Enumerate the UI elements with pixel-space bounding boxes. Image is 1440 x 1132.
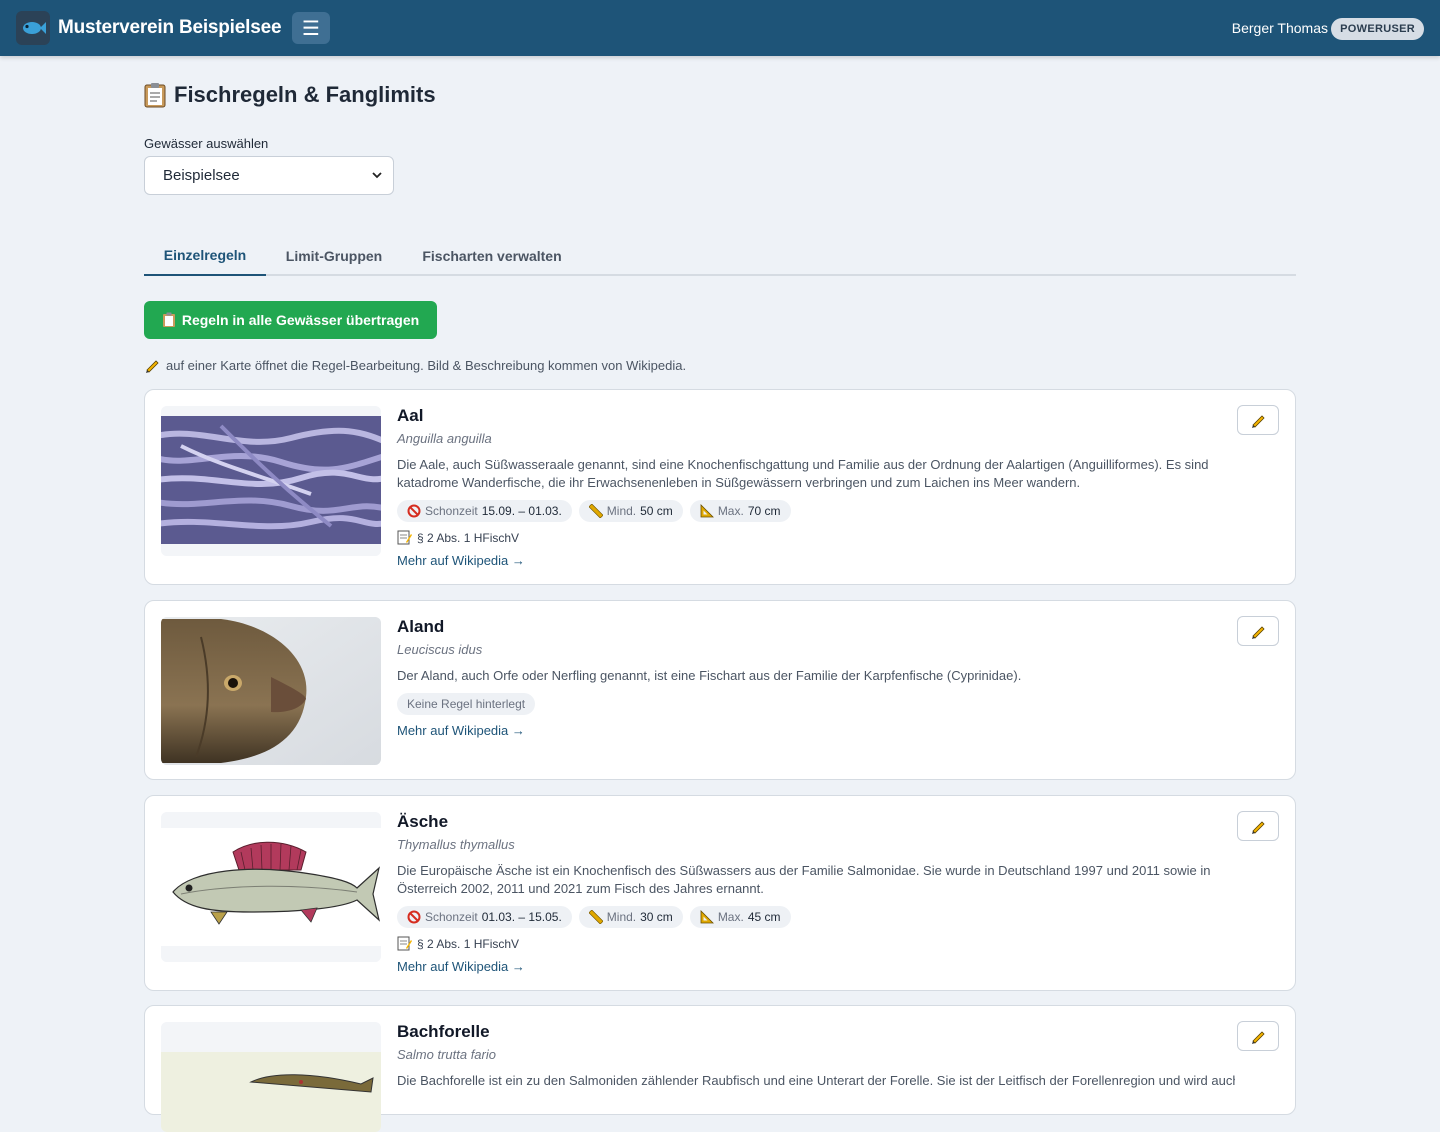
fish-description: Die Aale, auch Süßwasseraale genannt, si…: [397, 457, 1209, 490]
fish-scientific-name: Anguilla anguilla: [397, 431, 492, 446]
fish-image-bachforelle: [161, 1022, 381, 1132]
fish-card-aesche: Äsche Thymallus thymallus Die Europäisch…: [144, 795, 1296, 991]
fish-details-aal: Aal Anguilla anguilla Die Aale, auch Süß…: [397, 406, 1235, 570]
max-size-value: 45 cm: [747, 910, 781, 924]
rule-chips: Keine Regel hinterlegt: [397, 693, 1235, 715]
prohibited-icon: [407, 910, 421, 924]
water-select-label: Gewässer auswählen: [144, 136, 269, 151]
pencil-icon: [146, 360, 159, 373]
prohibited-icon: [407, 504, 421, 518]
fish-name: Aland: [397, 617, 445, 636]
fish-name: Bachforelle: [397, 1022, 490, 1041]
min-size-chip: Mind. 30 cm: [578, 906, 683, 928]
fish-description: Die Bachforelle ist ein zu den Salmonide…: [397, 1073, 1235, 1088]
chevron-down-icon: [371, 169, 383, 184]
fish-scientific-name: Salmo trutta fario: [397, 1047, 496, 1062]
memo-icon: [397, 530, 412, 545]
schonzeit-chip: Schonzeit 15.09. – 01.03.: [397, 500, 572, 522]
fish-description: Die Europäische Äsche ist ein Knochenfis…: [397, 863, 1211, 896]
min-size-label: Mind.: [606, 910, 637, 924]
fish-card-aland: Aland Leuciscus idus Der Aland, auch Orf…: [144, 600, 1296, 780]
max-size-label: Max.: [717, 504, 744, 518]
fish-details-aland: Aland Leuciscus idus Der Aland, auch Orf…: [397, 617, 1235, 740]
tab-einzelregeln[interactable]: Einzelregeln: [144, 236, 266, 276]
min-size-value: 50 cm: [640, 504, 673, 518]
water-select[interactable]: Beispielsee: [144, 156, 394, 195]
min-size-value: 30 cm: [640, 910, 673, 924]
wikipedia-link[interactable]: Mehr auf Wikipedia →: [397, 959, 525, 974]
rule-chips: Schonzeit 15.09. – 01.03. Mind. 50 cm Ma…: [397, 500, 1235, 522]
memo-icon: [397, 936, 412, 951]
law-reference: § 2 Abs. 1 HFischV: [397, 530, 1235, 545]
page-title-text: Fischregeln & Fanglimits: [174, 82, 436, 107]
edit-hint-text: auf einer Karte öffnet die Regel-Bearbei…: [166, 357, 687, 373]
clipboard-icon: [144, 82, 166, 108]
no-rule-chip: Keine Regel hinterlegt: [397, 693, 536, 715]
menu-toggle-button[interactable]: ☰: [292, 12, 330, 44]
tab-fischarten-verwalten[interactable]: Fischarten verwalten: [406, 236, 578, 276]
transfer-rules-button[interactable]: Regeln in alle Gewässer übertragen: [144, 301, 437, 339]
edit-rule-button[interactable]: [1237, 1021, 1279, 1051]
pencil-icon: [1252, 821, 1265, 834]
min-size-label: Mind.: [606, 504, 637, 518]
wikipedia-link[interactable]: Mehr auf Wikipedia →: [397, 553, 525, 568]
fish-details-aesche: Äsche Thymallus thymallus Die Europäisch…: [397, 812, 1235, 976]
schonzeit-value: 01.03. – 15.05.: [481, 910, 562, 924]
pencil-icon: [1252, 1031, 1265, 1044]
top-bar: Musterverein Beispielsee ☰ Berger Thomas…: [0, 0, 1440, 56]
min-size-chip: Mind. 50 cm: [578, 500, 683, 522]
fish-logo-icon[interactable]: [16, 11, 50, 45]
max-size-value: 70 cm: [747, 504, 781, 518]
clipboard-icon: [162, 312, 175, 327]
rule-chips: Schonzeit 01.03. – 15.05. Mind. 30 cm Ma…: [397, 906, 1235, 928]
schonzeit-chip: Schonzeit 01.03. – 15.05.: [397, 906, 572, 928]
page-title: Fischregeln & Fanglimits: [144, 82, 436, 108]
water-select-value: Beispielsee: [163, 167, 240, 184]
triangle-ruler-icon: [700, 504, 714, 518]
ruler-icon: [588, 910, 603, 924]
pencil-icon: [1252, 415, 1265, 428]
schonzeit-label: Schonzeit: [425, 504, 478, 518]
edit-rule-button[interactable]: [1237, 811, 1279, 841]
law-text: § 2 Abs. 1 HFischV: [417, 530, 520, 545]
edit-rule-button[interactable]: [1237, 616, 1279, 646]
fish-scientific-name: Leuciscus idus: [397, 642, 483, 657]
max-size-label: Max.: [717, 910, 744, 924]
law-text: § 2 Abs. 1 HFischV: [417, 936, 520, 951]
wikipedia-link[interactable]: Mehr auf Wikipedia →: [397, 723, 525, 738]
role-badge: POWERUSER: [1331, 18, 1424, 40]
fish-name: Aal: [397, 406, 424, 425]
tab-limit-gruppen[interactable]: Limit-Gruppen: [270, 236, 398, 276]
fish-card-aal: Aal Anguilla anguilla Die Aale, auch Süß…: [144, 389, 1296, 585]
fish-description: Der Aland, auch Orfe oder Nerfling genan…: [397, 668, 1022, 683]
edit-hint: auf einer Karte öffnet die Regel-Bearbei…: [144, 357, 686, 373]
pencil-icon: [1252, 626, 1265, 639]
tab-bar: Einzelregeln Limit-Gruppen Fischarten ve…: [144, 236, 1296, 276]
fish-image-aland: [161, 617, 381, 765]
brand-name[interactable]: Musterverein Beispielsee: [58, 17, 282, 39]
triangle-ruler-icon: [700, 910, 714, 924]
fish-image-aal: [161, 406, 381, 556]
fish-image-aesche: [161, 812, 381, 962]
fish-card-bachforelle: Bachforelle Salmo trutta fario Die Bachf…: [144, 1005, 1296, 1132]
max-size-chip: Max. 70 cm: [689, 500, 791, 522]
edit-rule-button[interactable]: [1237, 405, 1279, 435]
schonzeit-label: Schonzeit: [425, 910, 478, 924]
fish-scientific-name: Thymallus thymallus: [397, 837, 515, 852]
user-name[interactable]: Berger Thomas: [1232, 20, 1328, 36]
fish-name: Äsche: [397, 812, 449, 831]
law-reference: § 2 Abs. 1 HFischV: [397, 936, 1235, 951]
transfer-rules-label: Regeln in alle Gewässer übertragen: [181, 312, 420, 328]
schonzeit-value: 15.09. – 01.03.: [481, 504, 562, 518]
max-size-chip: Max. 45 cm: [689, 906, 791, 928]
ruler-icon: [588, 504, 603, 518]
